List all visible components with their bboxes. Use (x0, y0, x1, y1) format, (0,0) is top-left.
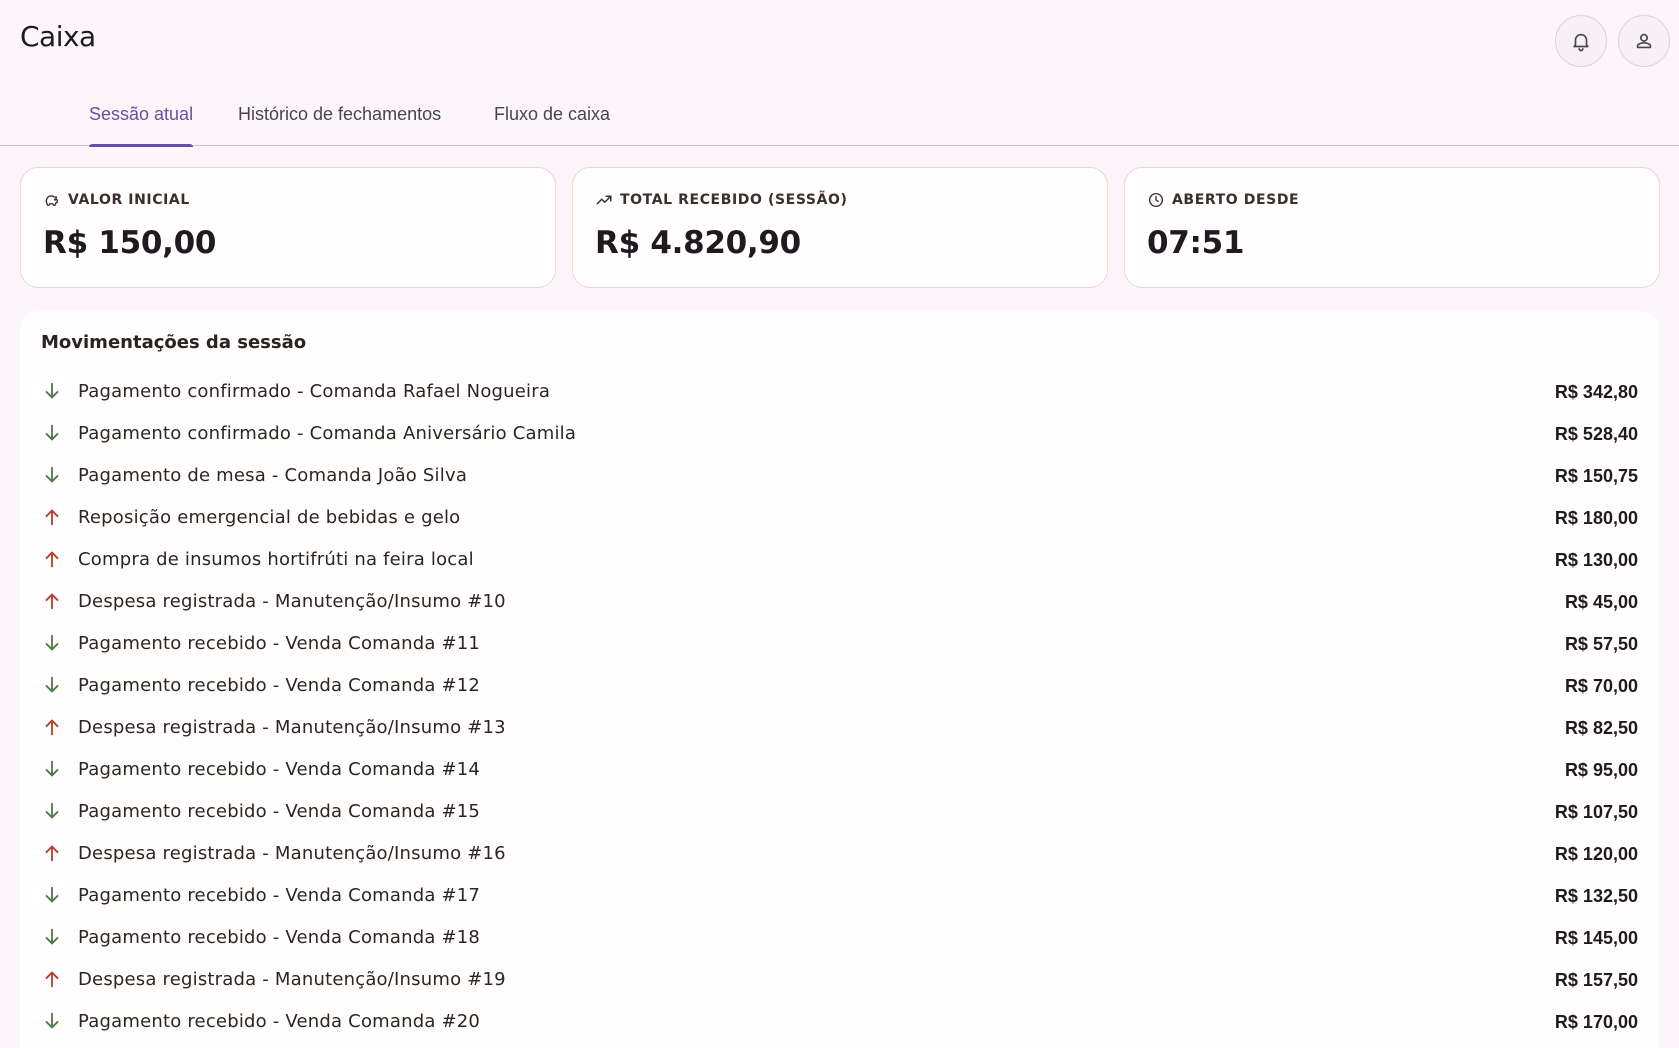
movement-amount: R$ 157,50 (1554, 970, 1638, 990)
card-aberto-desde: ABERTO DESDE 07:51 (1124, 167, 1660, 288)
list-item[interactable]: Pagamento de mesa - Comanda João Silva R$… (20, 455, 1659, 497)
movement-description: Pagamento recebido - Venda Comanda #11 (78, 633, 481, 654)
card-valor-inicial: VALOR INICIAL R$ 150,00 (20, 167, 556, 288)
tab-bar: Sessão atual Histórico de fechamentos Fl… (0, 92, 1679, 147)
list-item[interactable]: Despesa registrada - Manutenção/Insumo #… (20, 707, 1659, 749)
movement-description: Pagamento confirmado - Comanda Rafael No… (78, 381, 551, 402)
movement-amount: R$ 145,00 (1554, 928, 1638, 948)
list-item[interactable]: Pagamento recebido - Venda Comanda #15 R$… (20, 791, 1659, 833)
movement-description: Despesa registrada - Manutenção/Insumo #… (78, 717, 506, 738)
movement-amount: R$ 342,80 (1554, 382, 1638, 402)
arrow-up-icon (45, 971, 59, 988)
movement-amount: R$ 107,50 (1554, 802, 1638, 822)
movement-description: Pagamento confirmado - Comanda Aniversár… (78, 423, 577, 444)
arrow-down-icon (45, 802, 59, 819)
movement-description: Pagamento recebido - Venda Comanda #20 (78, 1011, 481, 1032)
bell-icon (1573, 33, 1589, 52)
movements-panel: Movimentações da sessão Pagamento confir… (20, 311, 1659, 1048)
arrow-down-icon (45, 382, 59, 399)
arrow-down-icon (45, 634, 59, 651)
arrow-up-icon (45, 719, 59, 736)
list-item[interactable]: Pagamento recebido - Venda Comanda #11 R$… (20, 623, 1659, 665)
arrow-up-icon (45, 509, 59, 526)
card-value: R$ 150,00 (43, 225, 217, 261)
list-item[interactable]: Pagamento recebido - Venda Comanda #17 R$… (20, 875, 1659, 917)
list-item[interactable]: Pagamento recebido - Venda Comanda #12 R$… (20, 665, 1659, 707)
trending-up-icon (596, 195, 612, 205)
movements-title: Movimentações da sessão (41, 332, 307, 353)
arrow-down-icon (45, 1012, 59, 1029)
card-total-recebido: TOTAL RECEBIDO (SESSÃO) R$ 4.820,90 (572, 167, 1108, 288)
top-app-bar: Caixa (0, 0, 1679, 80)
movement-amount: R$ 95,00 (1564, 760, 1638, 780)
movement-description: Pagamento recebido - Venda Comanda #18 (78, 927, 481, 948)
movement-amount: R$ 132,50 (1554, 886, 1638, 906)
arrow-down-icon (45, 676, 59, 693)
movement-amount: R$ 45,00 (1564, 592, 1638, 612)
movement-amount: R$ 120,00 (1554, 844, 1638, 864)
tab-fluxo-de-caixa[interactable]: Fluxo de caixa (494, 92, 610, 146)
list-item[interactable]: Pagamento confirmado - Comanda Rafael No… (20, 371, 1659, 413)
movement-description: Pagamento de mesa - Comanda João Silva (78, 465, 468, 486)
list-item[interactable]: Pagamento confirmado - Comanda Aniversár… (20, 413, 1659, 455)
clock-icon (1148, 192, 1164, 208)
piggy-bank-icon (45, 195, 58, 206)
arrow-up-icon (45, 845, 59, 862)
person-icon (1636, 33, 1652, 49)
list-item[interactable]: Compra de insumos hortifrúti na feira lo… (20, 539, 1659, 581)
movement-description: Pagamento recebido - Venda Comanda #12 (78, 675, 481, 696)
arrow-down-icon (45, 928, 59, 945)
tab-historico-fechamentos[interactable]: Histórico de fechamentos (238, 92, 441, 146)
notifications-button[interactable] (1555, 15, 1607, 67)
page-title: Caixa (20, 20, 96, 53)
movement-description: Pagamento recebido - Venda Comanda #14 (78, 759, 481, 780)
list-item[interactable]: Despesa registrada - Manutenção/Insumo #… (20, 833, 1659, 875)
movement-description: Pagamento recebido - Venda Comanda #17 (78, 885, 481, 906)
card-value: R$ 4.820,90 (595, 225, 801, 261)
movement-amount: R$ 82,50 (1564, 718, 1638, 738)
list-item[interactable]: Pagamento recebido - Venda Comanda #18 R$… (20, 917, 1659, 959)
movement-amount: R$ 150,75 (1554, 466, 1638, 486)
list-item[interactable]: Despesa registrada - Manutenção/Insumo #… (20, 959, 1659, 1001)
movement-amount: R$ 528,40 (1554, 424, 1638, 444)
movement-amount: R$ 130,00 (1554, 550, 1638, 570)
card-label-text: ABERTO DESDE (1172, 192, 1300, 208)
movement-description: Despesa registrada - Manutenção/Insumo #… (78, 591, 506, 612)
movement-amount: R$ 170,00 (1554, 1012, 1638, 1032)
arrow-up-icon (45, 551, 59, 568)
tab-sessao-atual[interactable]: Sessão atual (89, 92, 194, 147)
arrow-down-icon (45, 760, 59, 777)
list-item[interactable]: Despesa registrada - Manutenção/Insumo #… (20, 581, 1659, 623)
list-item[interactable]: Reposição emergencial de bebidas e gelo R… (20, 497, 1659, 539)
movements-list: Pagamento confirmado - Comanda Rafael No… (20, 371, 1659, 1043)
movement-amount: R$ 180,00 (1554, 508, 1638, 528)
arrow-down-icon (45, 424, 59, 441)
movement-description: Pagamento recebido - Venda Comanda #15 (78, 801, 481, 822)
movement-amount: R$ 57,50 (1564, 634, 1638, 654)
card-value: 07:51 (1147, 225, 1245, 261)
card-label-text: TOTAL RECEBIDO (SESSÃO) (620, 192, 848, 208)
movement-amount: R$ 70,00 (1564, 676, 1638, 696)
arrow-down-icon (45, 886, 59, 903)
card-label-text: VALOR INICIAL (68, 192, 190, 208)
movement-description: Reposição emergencial de bebidas e gelo (78, 507, 461, 528)
movement-description: Compra de insumos hortifrúti na feira lo… (78, 549, 474, 570)
movement-description: Despesa registrada - Manutenção/Insumo #… (78, 969, 506, 990)
movement-description: Despesa registrada - Manutenção/Insumo #… (78, 843, 506, 864)
arrow-down-icon (45, 466, 59, 483)
list-item[interactable]: Pagamento recebido - Venda Comanda #14 R$… (20, 749, 1659, 791)
account-button[interactable] (1618, 15, 1670, 67)
list-item[interactable]: Pagamento recebido - Venda Comanda #20 R$… (20, 1001, 1659, 1043)
arrow-up-icon (45, 593, 59, 610)
